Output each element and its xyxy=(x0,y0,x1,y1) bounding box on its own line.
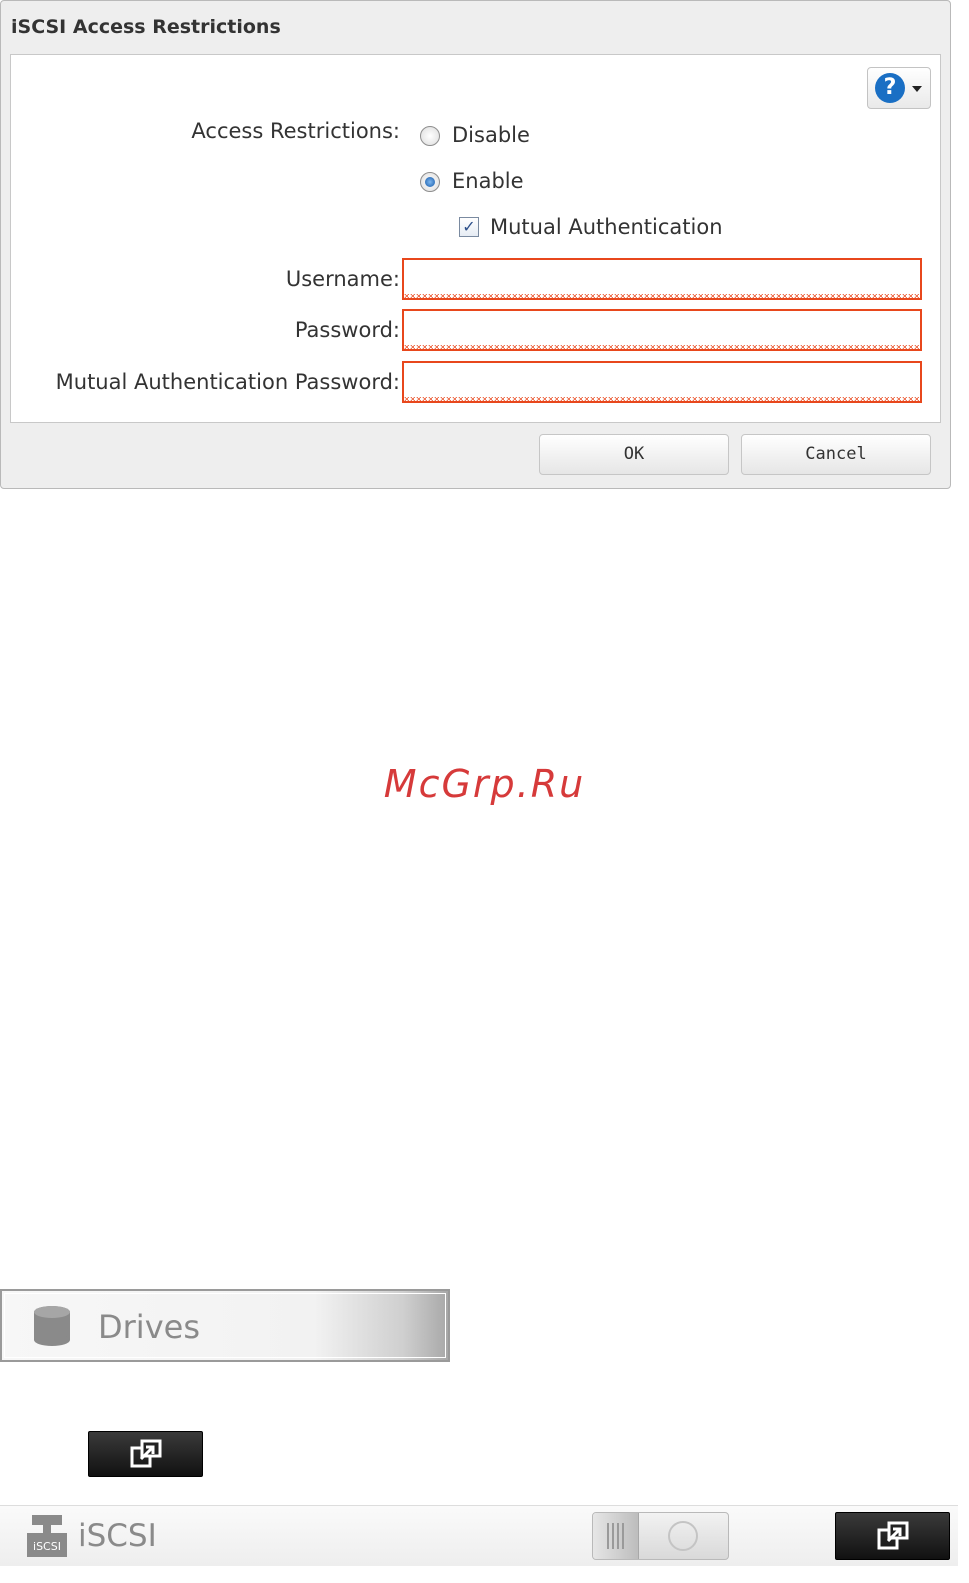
username-field-wrapper xyxy=(402,258,922,300)
radio-enable[interactable] xyxy=(420,172,440,192)
mutual-authentication-checkbox[interactable]: ✓ xyxy=(459,217,479,237)
expand-button[interactable] xyxy=(88,1431,203,1477)
cancel-button[interactable]: Cancel xyxy=(741,434,931,475)
toggle-handle[interactable] xyxy=(593,1513,639,1559)
mutual-auth-password-label: Mutual Authentication Password: xyxy=(55,370,400,394)
mutual-auth-password-field-wrapper xyxy=(402,361,922,403)
iscsi-expand-button[interactable] xyxy=(835,1512,950,1560)
database-icon xyxy=(34,1306,70,1346)
mutual-authentication-label[interactable]: Mutual Authentication xyxy=(490,215,723,239)
access-restrictions-label: Access Restrictions: xyxy=(191,119,400,143)
watermark: McGrp.Ru xyxy=(383,762,586,806)
radio-enable-label[interactable]: Enable xyxy=(452,169,524,193)
chevron-down-icon xyxy=(912,86,922,92)
radio-disable[interactable] xyxy=(420,126,440,146)
password-input[interactable] xyxy=(404,311,920,349)
drives-tile[interactable]: Drives xyxy=(0,1289,450,1362)
ok-button[interactable]: OK xyxy=(539,434,729,475)
external-link-icon xyxy=(877,1521,908,1550)
iscsi-access-restrictions-dialog: iSCSI Access Restrictions ? Access Restr… xyxy=(0,0,951,489)
password-label: Password: xyxy=(294,318,400,342)
username-label: Username: xyxy=(285,267,400,291)
off-indicator-icon xyxy=(668,1521,698,1551)
radio-disable-label[interactable]: Disable xyxy=(452,123,530,147)
svg-text:iSCSI: iSCSI xyxy=(33,1540,61,1553)
iscsi-row: iSCSI iSCSI xyxy=(0,1505,958,1566)
iscsi-server-icon: iSCSI xyxy=(27,1515,67,1557)
password-field-wrapper xyxy=(402,309,922,351)
help-button[interactable]: ? xyxy=(867,67,931,109)
drives-label: Drives xyxy=(98,1308,200,1346)
dialog-title: iSCSI Access Restrictions xyxy=(11,16,281,38)
help-question-icon: ? xyxy=(875,73,905,103)
iscsi-label: iSCSI xyxy=(78,1518,157,1554)
iscsi-toggle-switch[interactable] xyxy=(592,1512,729,1560)
username-input[interactable] xyxy=(404,260,920,298)
external-link-icon xyxy=(130,1439,161,1468)
mutual-auth-password-input[interactable] xyxy=(404,363,920,401)
